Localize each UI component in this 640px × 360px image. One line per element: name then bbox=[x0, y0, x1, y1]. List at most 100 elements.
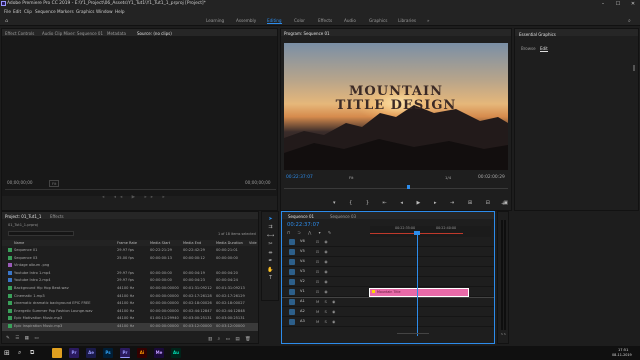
project-item-row[interactable]: Cinematic 1.mp3 44100 Hz 00:00:00:00000 00:… bbox=[2, 293, 258, 301]
tab-project[interactable]: Project: 01_Tut1_1 bbox=[5, 214, 41, 219]
col-video[interactable]: Vide bbox=[249, 241, 257, 245]
project-item-row[interactable]: Sequence 03 25.00 fps 00:00:00:13 00:00:00:… bbox=[2, 255, 258, 263]
track-a2[interactable]: A2 M S ◉ bbox=[282, 308, 494, 317]
track-target-toggle[interactable] bbox=[289, 249, 295, 255]
project-item-row[interactable]: Epic Inspiration Music.mp3 44100 Hz 00:00:… bbox=[2, 323, 258, 331]
project-search-input[interactable] bbox=[8, 231, 74, 236]
menu-help[interactable]: Help bbox=[115, 9, 125, 14]
scrollbar[interactable] bbox=[633, 65, 635, 71]
timeline-horizontal-scrollbar[interactable] bbox=[397, 333, 429, 334]
project-bottom-icons[interactable]: ▥ ⌕ ▭ ▤ 🗑 bbox=[208, 336, 253, 342]
track-target-toggle[interactable] bbox=[289, 309, 295, 315]
col-media-end[interactable]: Media End bbox=[183, 241, 201, 245]
track-target-toggle[interactable] bbox=[289, 269, 295, 275]
col-media-start[interactable]: Media Start bbox=[150, 241, 170, 245]
pen-tool-icon[interactable]: ✒ bbox=[267, 258, 274, 265]
menu-edit[interactable]: Edit bbox=[13, 9, 21, 14]
workspace-color[interactable]: Color bbox=[294, 18, 305, 23]
taskbar-app-pr[interactable]: Pr bbox=[69, 348, 79, 358]
program-resolution-select[interactable]: 1/4 bbox=[445, 175, 451, 180]
track-a3[interactable]: A3 M S ◉ bbox=[282, 318, 494, 327]
track-target-toggle[interactable] bbox=[289, 259, 295, 265]
program-scrub-bar[interactable] bbox=[284, 188, 508, 189]
home-icon[interactable]: ⌂ bbox=[5, 18, 8, 24]
windows-start-icon[interactable]: ⊞ bbox=[4, 349, 12, 357]
track-target-toggle[interactable] bbox=[289, 299, 295, 305]
source-scrub-bar[interactable] bbox=[5, 189, 276, 190]
track-target-toggle[interactable] bbox=[289, 289, 295, 295]
workspace-effects[interactable]: Effects bbox=[318, 18, 332, 23]
col-media-duration[interactable]: Media Duration bbox=[216, 241, 243, 245]
track-controls[interactable]: ⊡ ◉ bbox=[316, 259, 330, 264]
timeline-playhead-line[interactable] bbox=[417, 233, 418, 336]
mountain-title-clip[interactable]: Mountain Title bbox=[369, 288, 469, 297]
track-v5[interactable]: V5 ⊡ ◉ bbox=[282, 248, 494, 257]
subtab-browse[interactable]: Browse bbox=[521, 46, 536, 51]
col-name[interactable]: Name bbox=[14, 241, 24, 245]
timeline-playhead[interactable] bbox=[414, 231, 420, 235]
workspace-more[interactable]: » bbox=[427, 18, 430, 23]
workspace-libraries[interactable]: Libraries bbox=[398, 18, 416, 23]
project-item-row[interactable]: Vintage album .png bbox=[2, 262, 258, 270]
menu-window[interactable]: Window bbox=[96, 9, 113, 14]
workspace-audio[interactable]: Audio bbox=[344, 18, 356, 23]
slip-tool-icon[interactable]: ⇹ bbox=[267, 250, 274, 257]
selection-tool-icon[interactable]: ➤ bbox=[267, 216, 274, 223]
track-target-toggle[interactable] bbox=[289, 319, 295, 325]
search-icon[interactable]: ⌕ bbox=[628, 18, 631, 24]
track-target-toggle[interactable] bbox=[289, 239, 295, 245]
project-item-row[interactable]: Sequence 01 29.97 fps 00:22:21:29 00:22:42:… bbox=[2, 247, 258, 255]
view-mode-icons[interactable]: ✎ ☰ ▦ ▭ bbox=[6, 336, 41, 341]
tab-effects[interactable]: Effects bbox=[50, 214, 64, 219]
program-playhead[interactable] bbox=[407, 185, 410, 189]
workspace-editing[interactable]: Editing bbox=[267, 18, 282, 24]
clock-time[interactable]: 17:51 bbox=[618, 348, 628, 352]
project-item-row[interactable]: cinematic dramatic background EPIC FREE 4… bbox=[2, 300, 258, 308]
solo-icon[interactable]: S S bbox=[501, 332, 506, 336]
track-v4[interactable]: V4 ⊡ ◉ bbox=[282, 258, 494, 267]
minimize-button[interactable]: – bbox=[597, 0, 609, 8]
workspace-assembly[interactable]: Assembly bbox=[236, 18, 256, 23]
tab-essential-graphics[interactable]: Essential Graphics bbox=[519, 32, 556, 37]
source-fit-select[interactable]: Fit bbox=[49, 180, 60, 187]
track-a1[interactable]: A1 M S ◉ bbox=[282, 298, 494, 307]
task-view-icon[interactable]: ⧉ bbox=[30, 349, 34, 357]
add-button-icon[interactable]: + bbox=[501, 201, 505, 207]
taskbar-app-ae[interactable]: Ae bbox=[86, 348, 96, 358]
tab-sequence-03[interactable]: Sequence 03 bbox=[330, 214, 356, 219]
ripple-edit-tool-icon[interactable]: ⟷ bbox=[267, 233, 274, 240]
tab-program[interactable]: Program: Sequence 01 bbox=[284, 31, 330, 36]
source-transport-controls[interactable]: ◂ ◂◂ ▶ ▸▸ ▸ bbox=[102, 195, 169, 200]
program-fit-select[interactable]: Fit bbox=[349, 175, 353, 180]
track-v2[interactable]: V2 ⊡ ◉ bbox=[282, 278, 494, 287]
search-icon[interactable]: ⌕ bbox=[18, 349, 21, 357]
program-timecode[interactable]: 00:22:37:07 bbox=[286, 175, 313, 180]
project-item-row[interactable]: Epic Motivation Music.mp3 44100 Hz 01:00:1… bbox=[2, 315, 258, 323]
maximize-button[interactable]: ☐ bbox=[612, 0, 624, 8]
track-controls[interactable]: ⊡ ◉ bbox=[316, 249, 330, 254]
menu-graphics[interactable]: Graphics bbox=[76, 9, 95, 14]
hand-tool-icon[interactable]: ✋ bbox=[267, 267, 274, 274]
taskbar-app-au[interactable]: Au bbox=[171, 348, 181, 358]
taskbar-app-me[interactable]: Me bbox=[154, 348, 164, 358]
project-item-row[interactable]: Background Hip Hop Beat.wav 44100 Hz 00:00… bbox=[2, 285, 258, 293]
menu-sequence[interactable]: Sequence bbox=[35, 9, 56, 14]
taskbar-app-pr-active[interactable]: Pr bbox=[120, 348, 130, 358]
track-controls[interactable]: M S ◉ bbox=[316, 299, 337, 304]
track-controls[interactable]: ⊡ ◉ bbox=[316, 269, 330, 274]
menu-file[interactable]: File bbox=[4, 9, 11, 14]
track-controls[interactable]: ⊡ ◉ bbox=[316, 279, 330, 284]
menu-clip[interactable]: Clip bbox=[24, 9, 32, 14]
taskbar-app-ps[interactable]: Ps bbox=[103, 348, 113, 358]
program-transport-controls[interactable]: ▾ { } ⇤ ◂ ▶ ▸ ⇥ ⊞ ⊟ ▣ bbox=[333, 200, 514, 206]
track-v3[interactable]: V3 ⊡ ◉ bbox=[282, 268, 494, 277]
track-controls[interactable]: M S ◉ bbox=[316, 319, 337, 324]
razor-tool-icon[interactable]: ✂ bbox=[267, 241, 274, 248]
track-controls[interactable]: ⊡ ◉ bbox=[316, 289, 330, 294]
track-controls[interactable]: M S ◉ bbox=[316, 309, 337, 314]
menu-markers[interactable]: Markers bbox=[57, 9, 74, 14]
track-target-toggle[interactable] bbox=[289, 279, 295, 285]
col-frame-rate[interactable]: Frame Rate bbox=[117, 241, 137, 245]
workspace-graphics[interactable]: Graphics bbox=[369, 18, 388, 23]
timeline-ruler[interactable]: 00:22:35:00 00:22:40:00 bbox=[370, 226, 491, 237]
